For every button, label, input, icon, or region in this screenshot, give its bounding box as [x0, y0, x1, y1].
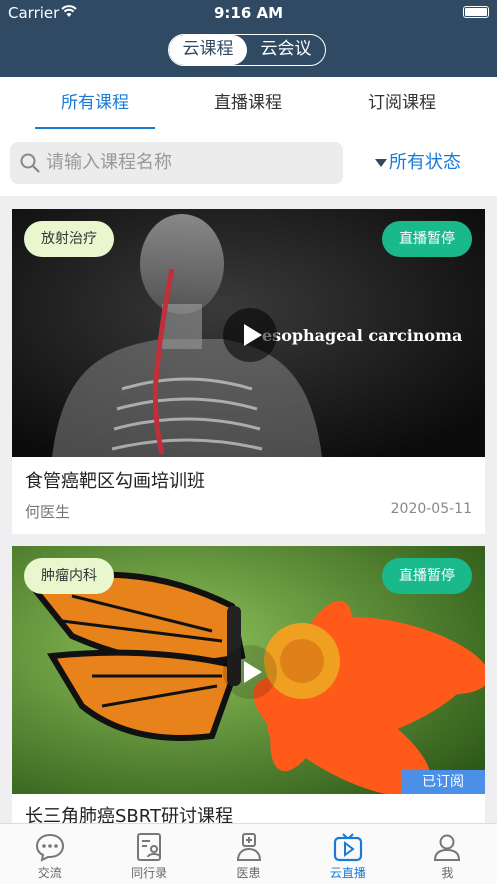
tab-live-courses[interactable]: 直播课程: [173, 77, 323, 130]
subscribed-badge: 已订阅: [401, 770, 485, 794]
person-icon: [434, 834, 461, 861]
play-button-icon[interactable]: [223, 645, 277, 699]
course-card[interactable]: 肿瘤内科 直播暂停 已订阅 长三角肺癌SBRT研讨课程: [12, 546, 485, 836]
course-thumbnail[interactable]: 肿瘤内科 直播暂停 已订阅: [12, 546, 485, 794]
tabbar-item-me[interactable]: 我: [398, 824, 497, 884]
course-date: 2020-05-11: [390, 501, 472, 517]
contacts-card-icon: [137, 833, 162, 861]
tabbar-item-chat[interactable]: 交流: [0, 824, 99, 884]
category-tag: 放射治疗: [24, 221, 114, 257]
bottom-tab-bar: 交流 同行录 医患 云直播 我: [0, 823, 497, 884]
course-thumbnail[interactable]: 放射治疗 直播暂停 esophageal carcinoma: [12, 209, 485, 457]
tabbar-item-peers[interactable]: 同行录: [99, 824, 198, 884]
tabbar-label: 云直播: [329, 866, 366, 880]
battery-icon: [463, 6, 489, 18]
status-bar: Carrier 9:16 AM: [0, 0, 497, 26]
search-icon: [20, 153, 40, 173]
search-bar: 请输入课程名称 所有状态: [0, 130, 497, 196]
segment-cloud-course[interactable]: 云课程: [169, 35, 247, 65]
caret-down-icon: [375, 159, 387, 167]
tabbar-label: 医患: [236, 866, 261, 880]
tabbar-item-cloud-live[interactable]: 云直播: [298, 824, 397, 884]
nav-header: 云课程 云会议: [0, 26, 497, 77]
doctor-icon: [236, 833, 261, 861]
course-tabs: 所有课程 直播课程 订阅课程: [0, 77, 497, 130]
segment-cloud-meeting[interactable]: 云会议: [247, 35, 325, 65]
play-button-icon[interactable]: [223, 308, 277, 362]
status-filter-label: 所有状态: [389, 152, 461, 173]
tabbar-item-patients[interactable]: 医患: [199, 824, 298, 884]
course-meeting-switch: 云课程 云会议: [168, 34, 326, 66]
live-status-badge: 直播暂停: [382, 221, 472, 257]
course-card[interactable]: 放射治疗 直播暂停 esophageal carcinoma 食管癌靶区勾画培训…: [12, 209, 485, 534]
active-tab-indicator: [35, 127, 155, 129]
tabbar-label: 交流: [37, 866, 62, 880]
tab-subscribed-courses[interactable]: 订阅课程: [327, 77, 477, 130]
tabbar-label: 我: [441, 866, 454, 880]
chat-bubble-icon: [35, 833, 64, 862]
tabbar-label: 同行录: [131, 866, 168, 880]
status-filter-dropdown[interactable]: 所有状态: [375, 142, 461, 184]
course-author: 何医生: [25, 503, 71, 521]
live-status-badge: 直播暂停: [382, 558, 472, 594]
search-placeholder: 请输入课程名称: [46, 152, 172, 173]
clock: 9:16 AM: [213, 4, 284, 22]
search-input[interactable]: 请输入课程名称: [10, 142, 343, 184]
thumbnail-caption: esophageal carcinoma: [262, 326, 463, 345]
tab-all-courses[interactable]: 所有课程: [20, 77, 170, 130]
course-title: 食管癌靶区勾画培训班: [25, 471, 205, 492]
tv-play-icon: [333, 833, 363, 862]
category-tag: 肿瘤内科: [24, 558, 114, 594]
